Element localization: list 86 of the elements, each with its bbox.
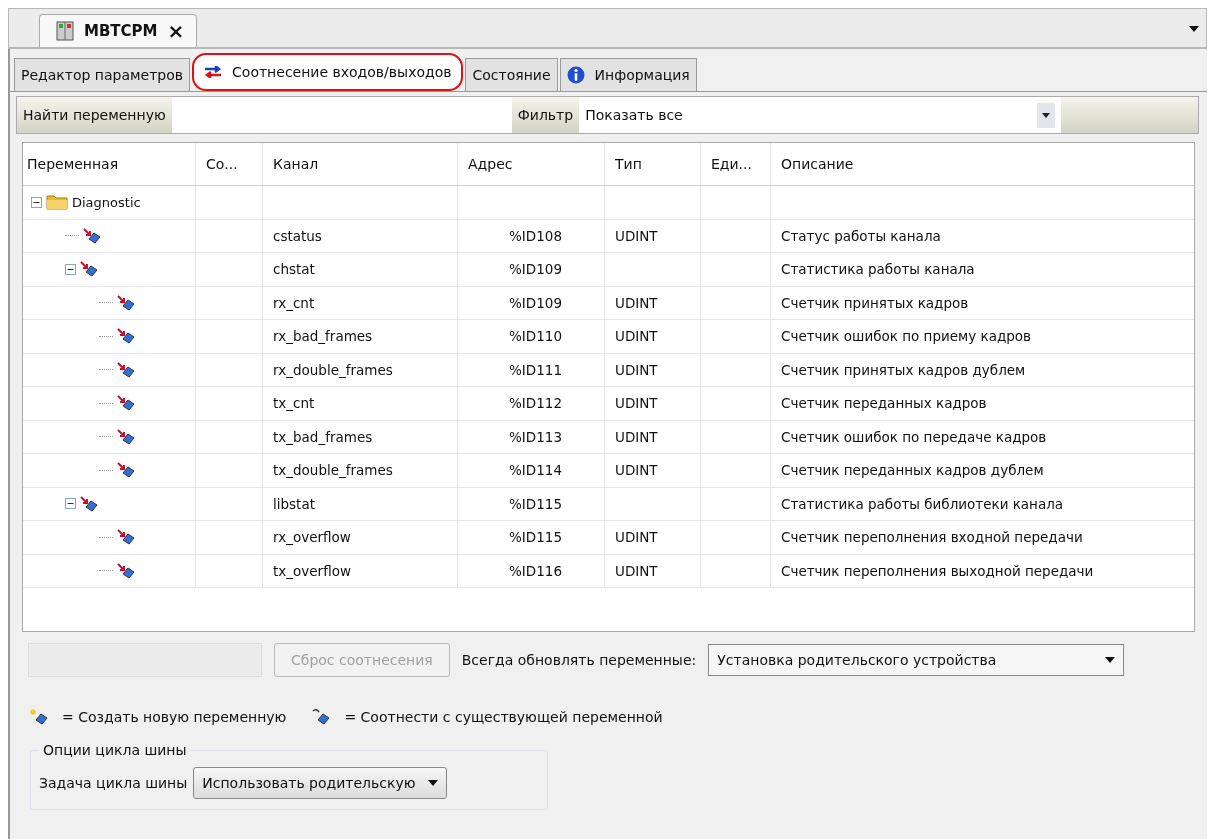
caret-icon <box>1105 657 1116 663</box>
table-cell: cstatus <box>273 227 322 244</box>
table-cell: UDINT <box>615 227 658 244</box>
table-cell: UDINT <box>615 328 658 345</box>
info-icon <box>566 66 585 84</box>
table-cell: %ID109 <box>509 294 562 311</box>
legend-text: = Создать новую переменную <box>62 709 287 725</box>
table-cell: UDINT <box>615 428 658 445</box>
caret-icon <box>427 780 438 786</box>
table-cell: Счетчик ошибок по передаче кадров <box>781 428 1047 445</box>
table-cell: tx_overflow <box>273 562 351 579</box>
table-cell: %ID114 <box>509 462 562 479</box>
column-header[interactable]: Переменная <box>23 143 196 185</box>
table-cell: %ID113 <box>509 428 562 445</box>
table-cell: Счетчик переполнения выходной передачи <box>781 562 1094 579</box>
table-cell: %ID111 <box>509 361 562 378</box>
table-cell: %ID115 <box>509 529 562 546</box>
column-header[interactable]: Описание <box>771 143 1194 185</box>
table-cell: chstat <box>273 261 315 278</box>
column-header[interactable]: Еди... <box>701 143 771 185</box>
table-cell: Счетчик принятых кадров дублем <box>781 361 1026 378</box>
tab[interactable]: Информация <box>559 58 697 91</box>
legend-text: = Соотнести с существующей переменной <box>344 709 663 725</box>
tab[interactable]: Состояние <box>465 58 558 91</box>
device-icon <box>56 21 74 41</box>
document-tab[interactable]: MBTCPM × <box>39 14 198 47</box>
close-button[interactable]: × <box>167 23 185 39</box>
table-cell: rx_cnt <box>273 294 315 311</box>
table-cell: Статистика работы библиотеки канала <box>781 495 1064 512</box>
mapping-icon <box>117 294 135 311</box>
mapping-icon <box>117 395 135 412</box>
table-cell: Статус работы канала <box>781 227 941 244</box>
new-variable-icon <box>30 708 50 726</box>
table-cell: UDINT <box>615 462 658 479</box>
tab[interactable]: Соотнесение входов/выходов <box>192 53 464 91</box>
table-cell: %ID115 <box>509 495 562 512</box>
mapping-icon <box>117 328 135 345</box>
mapping-icon <box>117 428 135 445</box>
table-cell: %ID109 <box>509 261 562 278</box>
column-header[interactable]: Со... <box>196 143 263 185</box>
table-cell: UDINT <box>615 529 658 546</box>
bus-cycle-dropdown[interactable]: Использовать родительскую <box>193 767 447 799</box>
update-label: Всегда обновлять переменные: <box>461 652 697 668</box>
table-cell: %ID110 <box>509 328 562 345</box>
table-cell: Статистика работы канала <box>781 261 975 278</box>
table-cell: UDINT <box>615 395 658 412</box>
table-cell: libstat <box>273 495 315 512</box>
mapping-icon <box>83 227 101 244</box>
table-cell: tx_bad_frames <box>273 428 373 445</box>
column-header[interactable]: Адрес <box>458 143 605 185</box>
variable-name: Diagnostic <box>72 194 141 210</box>
column-header[interactable]: Канал <box>263 143 458 185</box>
table-cell: UDINT <box>615 361 658 378</box>
mapping-icon <box>117 462 135 479</box>
swap-arrows-icon <box>204 66 223 78</box>
table-cell: %ID108 <box>509 227 562 244</box>
table-cell: tx_cnt <box>273 395 315 412</box>
table-cell: Счетчик принятых кадров <box>781 294 969 311</box>
expander[interactable] <box>31 196 42 208</box>
folder-icon <box>46 194 68 211</box>
table-cell: Счетчик переданных кадров <box>781 395 987 412</box>
bus-cycle-label: Задача цикла шины <box>39 775 188 791</box>
table-cell: %ID116 <box>509 562 562 579</box>
mapping-icon <box>117 529 135 546</box>
table-cell: rx_overflow <box>273 529 351 546</box>
table-cell: tx_double_frames <box>273 462 393 479</box>
table-cell: Счетчик ошибок по приему кадров <box>781 328 1032 345</box>
tab[interactable]: Редактор параметров <box>14 58 191 91</box>
update-dropdown[interactable]: Установка родительского устройства <box>708 644 1125 676</box>
expander[interactable] <box>65 498 76 510</box>
table-cell: UDINT <box>615 294 658 311</box>
column-header[interactable]: Тип <box>605 143 701 185</box>
document-title: MBTCPM <box>84 22 158 40</box>
table-cell: rx_bad_frames <box>273 328 373 345</box>
table-cell: Счетчик переданных кадров дублем <box>781 462 1044 479</box>
table-cell: %ID112 <box>509 395 562 412</box>
group-title: Опции цикла шины <box>39 742 191 758</box>
mapping-icon <box>80 261 98 278</box>
mapping-icon <box>80 495 98 512</box>
mapping-icon <box>117 562 135 579</box>
table-cell: Счетчик переполнения входной передачи <box>781 529 1083 546</box>
table-cell: rx_double_frames <box>273 361 393 378</box>
table-cell: UDINT <box>615 562 658 579</box>
dropdown-arrow-icon[interactable] <box>1188 25 1200 33</box>
mapping-icon <box>117 361 135 378</box>
expander[interactable] <box>65 263 76 275</box>
